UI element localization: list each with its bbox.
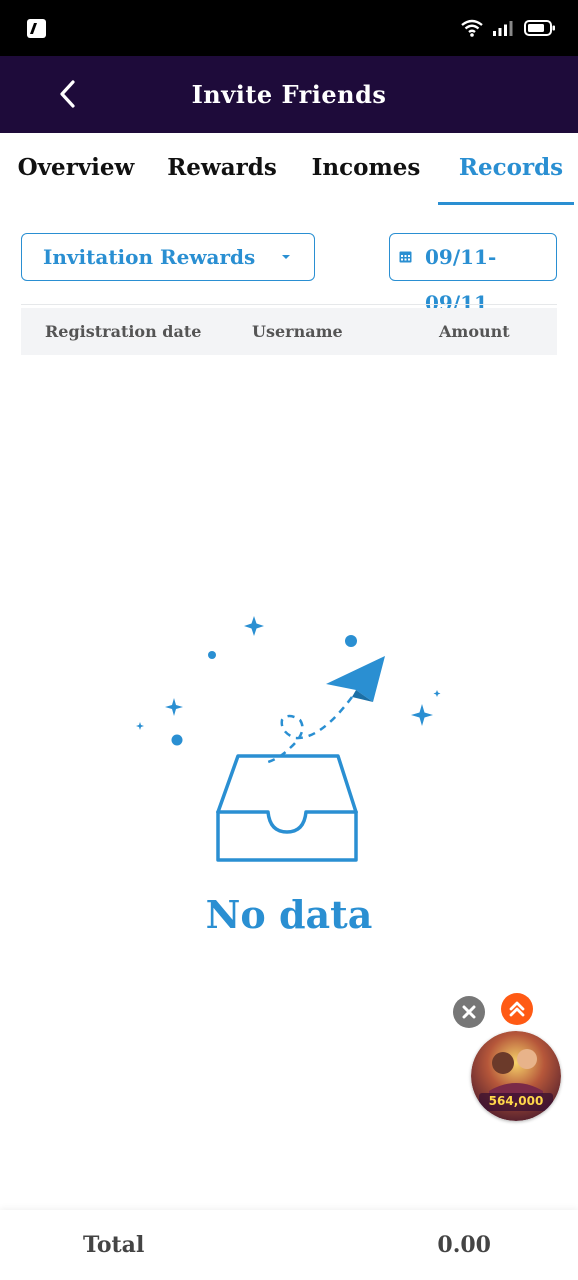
- calendar-icon: [399, 251, 412, 263]
- tab-overview[interactable]: Overview: [14, 133, 138, 205]
- status-bar: [0, 0, 578, 56]
- date-range-picker[interactable]: 09/11- 09/11: [389, 233, 557, 315]
- scroll-to-top-button[interactable]: [501, 993, 533, 1025]
- tab-rewards[interactable]: Rewards: [160, 133, 284, 205]
- total-value: 0.00: [437, 1232, 491, 1258]
- column-header-amount: Amount: [439, 322, 510, 341]
- status-icons: [460, 18, 556, 38]
- chevron-left-icon: [60, 80, 75, 108]
- empty-inbox-illustration: [136, 616, 441, 862]
- tab-records[interactable]: Records: [444, 133, 578, 205]
- close-icon: [462, 1005, 476, 1019]
- promo-banner[interactable]: 564,000: [471, 1031, 561, 1121]
- close-promo-button[interactable]: [453, 996, 485, 1028]
- column-header-username: Username: [252, 322, 343, 341]
- double-chevron-up-icon: [509, 1001, 525, 1017]
- empty-state-text: No data: [205, 892, 373, 937]
- signal-icon: [493, 21, 513, 36]
- table-header: Registration date Username Amount: [21, 308, 557, 355]
- divider: [21, 304, 557, 305]
- promo-amount: 564,000: [488, 1094, 544, 1108]
- column-header-registration-date: Registration date: [45, 322, 202, 341]
- total-label: Total: [83, 1232, 145, 1258]
- active-tab-indicator: [438, 202, 574, 205]
- caret-down-icon: [282, 255, 290, 259]
- back-button[interactable]: [46, 72, 90, 116]
- reward-type-selected: Invitation Rewards: [43, 245, 256, 269]
- tab-incomes[interactable]: Incomes: [304, 133, 428, 205]
- footer-total-bar: Total 0.00: [0, 1210, 578, 1280]
- app-header: Invite Friends: [0, 56, 578, 133]
- app-notification-icon: [27, 19, 46, 38]
- tab-bar: Overview Rewards Incomes Records: [0, 133, 578, 205]
- wifi-icon: [461, 19, 483, 37]
- reward-type-dropdown[interactable]: Invitation Rewards: [21, 233, 315, 281]
- battery-icon: [524, 20, 555, 36]
